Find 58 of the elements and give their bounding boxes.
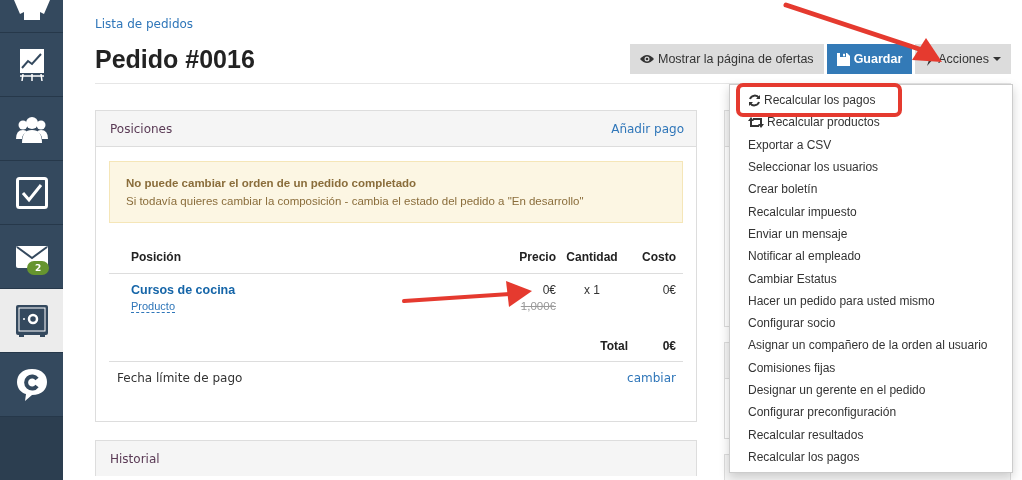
menu-item[interactable]: Comisiones fijas (730, 356, 1012, 379)
repeat-arrows-icon (748, 116, 764, 128)
menu-item[interactable]: Hacer un pedido para usted mismo (730, 289, 1012, 312)
menu-item[interactable]: Recalcular los pagos (730, 89, 1012, 112)
people-icon (15, 114, 48, 143)
panel-title: Posiciones (110, 121, 173, 136)
page-title: Pedido #0016 (95, 44, 255, 74)
product-link[interactable]: Cursos de cocina (131, 283, 236, 297)
refresh-icon (748, 93, 761, 107)
menu-item[interactable]: Enviar un mensaje (730, 222, 1012, 246)
sidebar-item[interactable]: 2 (0, 225, 63, 289)
sidebar-item[interactable] (0, 161, 63, 225)
sidebar-item[interactable] (0, 353, 63, 417)
cost-value: 0€ (661, 283, 676, 297)
payment-deadline-label: Fecha límite de pago (117, 371, 243, 385)
quantity-value: x 1 (583, 283, 601, 297)
column-header: Posición (131, 250, 182, 264)
column-header: Cantidad (565, 250, 619, 264)
sidebar-item[interactable] (0, 97, 63, 161)
sidebar-item[interactable] (0, 33, 63, 97)
menu-item[interactable]: Crear boletín (730, 178, 1012, 201)
total-label: Total (599, 339, 628, 353)
menu-item[interactable]: Designar un gerente en el pedido (730, 378, 1012, 402)
alert-text: Si todavía quieres cambiar la composición - cambia el estado del pedido a "En desarrollo" (126, 194, 585, 209)
show-offers-button[interactable]: Mostrar la página de ofertas (630, 44, 824, 74)
menu-item[interactable]: Asignar un compañero de la orden al usuario (730, 334, 1012, 357)
column-header: Costo (641, 250, 676, 264)
caret-icon (993, 57, 1001, 61)
menu-item[interactable]: Cambiar Estatus (730, 267, 1012, 290)
menu-item[interactable]: Configurar socio (730, 311, 1012, 335)
total-value: 0€ (661, 339, 676, 353)
eye-icon (640, 54, 654, 64)
safe-icon (15, 304, 48, 337)
chart-icon (18, 47, 45, 82)
old-price-value: 1,000€ (520, 300, 556, 312)
add-payment-link[interactable]: Añadir pago (611, 121, 684, 136)
menu-item[interactable]: Recalcular resultados (730, 423, 1012, 446)
unread-count-badge: 2 (27, 261, 50, 275)
shirt-icon (13, 0, 50, 20)
menu-item[interactable]: Seleccionar los usuarios (730, 155, 1012, 179)
menu-item[interactable]: Configurar preconfiguración (730, 401, 1012, 424)
sidebar-item[interactable] (0, 289, 63, 353)
menu-item[interactable]: Recalcular productos (730, 111, 1012, 134)
sidebar-item[interactable] (0, 0, 63, 33)
menu-item[interactable]: Notificar al empleado (730, 245, 1012, 268)
breadcrumb-link[interactable]: Lista de pedidos (95, 17, 194, 31)
price-value: 0€ (542, 283, 556, 297)
product-type-label[interactable]: Producto (131, 300, 176, 313)
panel-title: Historial (110, 451, 160, 466)
chat-icon (15, 367, 48, 402)
change-link[interactable]: cambiar (627, 371, 676, 385)
menu-item[interactable]: Exportar a CSV (730, 133, 1012, 156)
menu-item[interactable]: Recalcular impuesto (730, 200, 1012, 223)
menu-item[interactable]: Recalcular los pagos (730, 445, 1012, 469)
checkbox-icon (15, 176, 48, 209)
column-header: Precio (518, 250, 556, 264)
alert-title: No puede cambiar el orden de un pedido completado (126, 176, 418, 191)
save-button[interactable]: Guardar (826, 44, 913, 74)
